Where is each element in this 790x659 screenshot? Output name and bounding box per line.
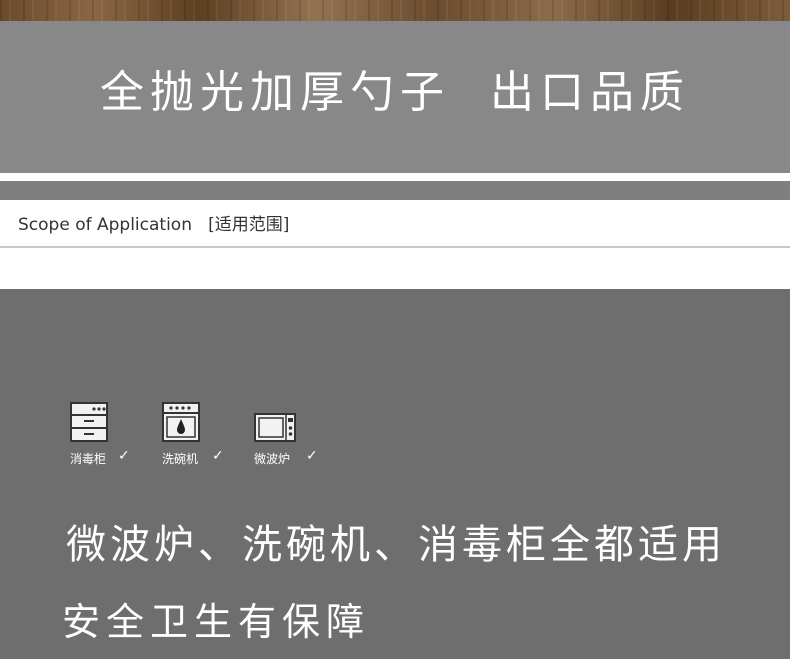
disinfection-cabinet-icon [70,402,108,442]
divider-strip [0,181,790,200]
appliance-disinfection-cabinet: 消毒柜 ✓ [70,402,150,466]
check-icon: ✓ [118,448,130,464]
banner-title: 全抛光加厚勺子 出口品质 [100,67,690,118]
tagline-usage: 微波炉、洗碗机、消毒柜全都适用 [66,522,726,568]
scope-underline [0,246,790,248]
appliance-dishwasher: 洗碗机 ✓ [162,402,242,466]
tagline-safety: 安全卫生有保障 [62,600,371,644]
appliance-label: 微波炉 [254,452,291,466]
appliance-label: 洗碗机 [162,452,199,466]
microwave-icon [254,413,296,442]
appliance-microwave: 微波炉 ✓ [254,402,334,466]
wood-texture-strip [0,0,790,21]
check-icon: ✓ [306,448,318,464]
check-icon: ✓ [212,448,224,464]
scope-heading: Scope of Application [适用范围] [18,215,290,235]
appliance-label: 消毒柜 [70,452,107,466]
title-banner: 全抛光加厚勺子 出口品质 [0,21,790,173]
dishwasher-icon [162,402,200,442]
